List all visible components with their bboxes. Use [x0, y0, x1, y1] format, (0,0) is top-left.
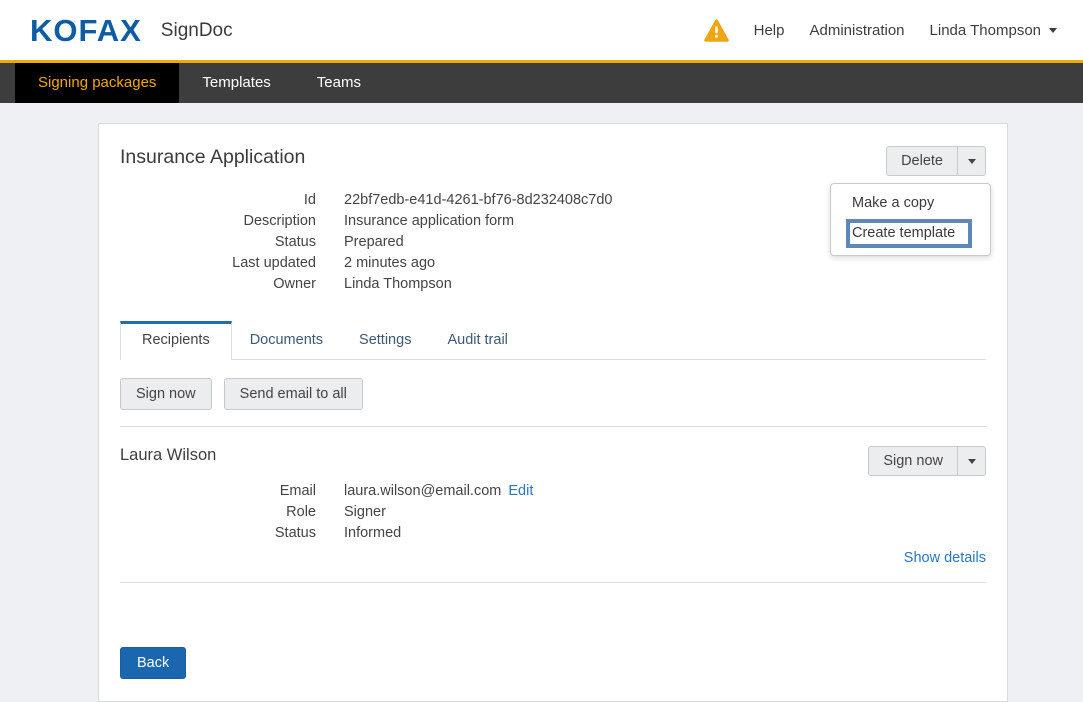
detail-label: Role: [120, 502, 316, 523]
tab-audit-trail[interactable]: Audit trail: [429, 322, 525, 359]
header-actions: Help Administration Linda Thompson: [704, 19, 1057, 42]
send-email-to-all-button[interactable]: Send email to all: [224, 378, 363, 410]
app-header: KOFAX SignDoc Help Administration Linda …: [0, 0, 1083, 60]
recipients-actions: Sign now Send email to all: [120, 378, 986, 410]
detail-value: Signer: [344, 502, 386, 523]
package-detail-row: Owner Linda Thompson: [120, 274, 986, 295]
kofax-logo: KOFAX: [30, 15, 142, 46]
detail-label: Status: [120, 523, 316, 544]
show-details-link[interactable]: Show details: [904, 550, 986, 566]
chevron-down-icon: [968, 459, 976, 464]
recipient-header: Laura Wilson Sign now: [120, 446, 986, 476]
show-details-row: Show details: [120, 550, 986, 566]
package-detail-row: Last updated 2 minutes ago: [120, 253, 986, 274]
recipient-section: Laura Wilson Sign now Email laura.wilson…: [120, 446, 986, 566]
detail-value: 2 minutes ago: [344, 253, 435, 274]
tab-documents[interactable]: Documents: [232, 322, 341, 359]
main-nav: Signing packages Templates Teams: [0, 63, 1083, 103]
package-actions-menu: Make a copy Create template: [830, 183, 991, 256]
delete-dropdown-toggle[interactable]: [957, 146, 986, 176]
menu-item-make-a-copy[interactable]: Make a copy: [831, 192, 990, 214]
detail-value: Insurance application form: [344, 211, 514, 232]
delete-button[interactable]: Delete: [886, 146, 958, 176]
detail-value: Linda Thompson: [344, 274, 452, 295]
help-link[interactable]: Help: [754, 22, 785, 39]
detail-label: Status: [120, 232, 316, 253]
package-header: Insurance Application Delete Make a copy…: [120, 146, 986, 176]
administration-link[interactable]: Administration: [809, 22, 904, 39]
edit-email-link[interactable]: Edit: [508, 483, 533, 499]
detail-value: Prepared: [344, 232, 404, 253]
detail-label: Last updated: [120, 253, 316, 274]
recipient-detail-row: Role Signer: [120, 502, 986, 523]
divider: [120, 582, 986, 583]
menu-item-create-template[interactable]: Create template: [846, 219, 972, 248]
tab-settings[interactable]: Settings: [341, 322, 429, 359]
detail-value: 22bf7edb-e41d-4261-bf76-8d232408c7d0: [344, 190, 612, 211]
recipient-detail-row: Status Informed: [120, 523, 986, 544]
recipient-sign-now-dropdown-toggle[interactable]: [957, 446, 986, 476]
detail-label: Description: [120, 211, 316, 232]
detail-label: Id: [120, 190, 316, 211]
detail-value: laura.wilson@email.com Edit: [344, 481, 533, 502]
nav-item-teams[interactable]: Teams: [294, 63, 384, 103]
detail-value: Informed: [344, 523, 401, 544]
recipient-detail-row: Email laura.wilson@email.com Edit: [120, 481, 986, 502]
recipient-email: laura.wilson@email.com: [344, 483, 501, 499]
recipient-sign-now-group: Sign now: [868, 446, 986, 476]
divider: [120, 426, 986, 427]
recipient-details: Email laura.wilson@email.com Edit Role Si…: [120, 481, 986, 544]
sign-now-button[interactable]: Sign now: [120, 378, 212, 410]
delete-button-group: Delete Make a copy Create template: [886, 146, 986, 176]
package-card: Insurance Application Delete Make a copy…: [98, 123, 1008, 702]
recipient-sign-now-button[interactable]: Sign now: [868, 446, 958, 476]
page-content: Insurance Application Delete Make a copy…: [0, 103, 1083, 702]
app-name: SignDoc: [161, 20, 233, 42]
chevron-down-icon: [1049, 28, 1057, 33]
warning-icon[interactable]: [704, 19, 729, 42]
nav-item-templates[interactable]: Templates: [179, 63, 293, 103]
tab-bar: Recipients Documents Settings Audit trai…: [120, 321, 986, 360]
nav-item-signing-packages[interactable]: Signing packages: [15, 63, 179, 103]
recipient-name: Laura Wilson: [120, 446, 216, 465]
user-menu[interactable]: Linda Thompson: [930, 22, 1057, 39]
package-title: Insurance Application: [120, 146, 305, 169]
detail-label: Email: [120, 481, 316, 502]
tab-recipients[interactable]: Recipients: [120, 321, 232, 360]
user-name: Linda Thompson: [930, 22, 1041, 39]
back-row: Back: [120, 647, 986, 679]
chevron-down-icon: [968, 159, 976, 164]
back-button[interactable]: Back: [120, 647, 186, 679]
detail-label: Owner: [120, 274, 316, 295]
